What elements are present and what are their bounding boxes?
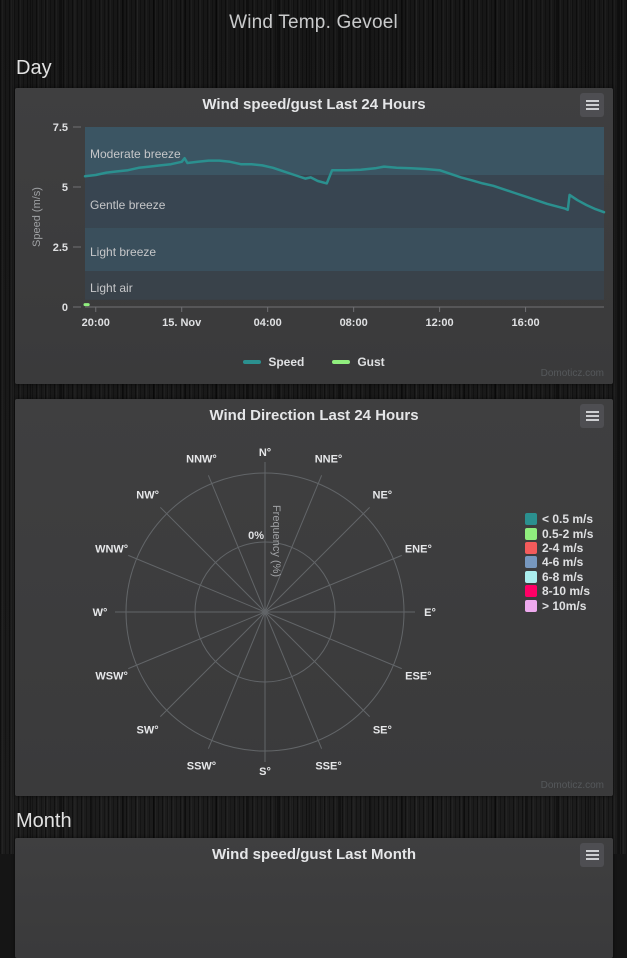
compass-label: ESE°: [405, 671, 431, 683]
section-label-day: Day: [16, 57, 52, 79]
compass-label: WSW°: [95, 671, 128, 683]
legend-item[interactable]: 0.5-2 m/s: [525, 526, 594, 541]
legend-label: > 10m/s: [542, 598, 587, 613]
plot-band-label: Light breeze: [90, 245, 156, 259]
legend-item[interactable]: 4-6 m/s: [525, 555, 593, 570]
compass-label: SSW°: [187, 760, 216, 772]
legend-swatch: [525, 541, 537, 554]
legend-label: Gust: [357, 355, 385, 369]
month-chart-panel: Wind speed/gust Last Month: [15, 838, 613, 958]
legend-item[interactable]: 2-4 m/s: [525, 540, 593, 555]
x-axis-label: 20:00: [82, 317, 110, 329]
compass-label: NW°: [136, 490, 159, 502]
plot-band-label: Light air: [90, 281, 133, 295]
legend-label: Speed: [268, 355, 305, 369]
legend-swatch: [525, 527, 537, 540]
legend-item[interactable]: < 0.5 m/s: [525, 512, 594, 527]
domoticz-watermark: Domoticz.com: [540, 780, 604, 791]
plot-band-label: Gentle breeze: [90, 198, 166, 212]
legend-item[interactable]: 6-8 m/s: [525, 569, 593, 584]
legend-swatch: [525, 513, 537, 526]
wind-rose-chart: N° NNE° NE° ENE° E° ESE° SE° SSE° S° SSW° SW° WSW° W…: [93, 447, 436, 778]
rose-spoke: [264, 554, 402, 613]
compass-label: NNE°: [315, 454, 343, 466]
legend-label: < 0.5 m/s: [542, 512, 594, 527]
wind-rose-legend: < 0.5 m/s 0.5-2 m/s 2-4 m/s 4-6 m/s 6-8 m/s 8…: [525, 512, 594, 613]
rose-spoke: [207, 475, 266, 613]
x-axis-label: 12:00: [426, 317, 454, 329]
compass-label: SW°: [137, 724, 159, 736]
y-axis-label: 0: [62, 302, 68, 314]
legend-item-gust[interactable]: Gust: [332, 355, 385, 369]
rose-spoke: [264, 611, 323, 749]
legend-label: 2-4 m/s: [542, 540, 584, 555]
x-axis-label: 15. Nov: [162, 317, 202, 329]
x-axis-label: 08:00: [340, 317, 368, 329]
plot-band: [85, 271, 604, 300]
legend-swatch: [525, 556, 537, 569]
wind-speed-chart-legend: Speed Gust: [15, 355, 613, 369]
legend-label: 0.5-2 m/s: [542, 526, 594, 541]
compass-label: WNW°: [95, 543, 128, 555]
rose-spoke: [264, 611, 371, 718]
y-axis-label: 5: [62, 182, 68, 194]
compass-label: S°: [259, 766, 271, 778]
compass-label: ENE°: [405, 543, 432, 555]
month-chart-title: Wind speed/gust Last Month: [211, 846, 417, 863]
legend-swatch: [525, 585, 537, 598]
domoticz-watermark: Domoticz.com: [540, 368, 604, 379]
y-axis-label: 7.5: [53, 122, 68, 134]
section-label-month: Month: [16, 810, 72, 832]
rose-spoke: [159, 506, 266, 613]
plot-band: [85, 227, 604, 271]
y-axis-title: Speed (m/s): [31, 187, 43, 247]
legend-label: 6-8 m/s: [542, 569, 584, 584]
compass-label: W°: [93, 607, 108, 619]
legend-label: 8-10 m/s: [542, 584, 591, 599]
legend-item[interactable]: 8-10 m/s: [525, 584, 593, 599]
legend-item[interactable]: > 10m/s: [525, 598, 593, 613]
rose-axis-title: Frequency (%): [270, 505, 282, 577]
hamburger-icon: [585, 850, 599, 860]
rose-spoke: [264, 611, 402, 670]
compass-label: N°: [259, 447, 271, 459]
compass-label: NNW°: [186, 454, 217, 466]
x-axis-label: 04:00: [254, 317, 282, 329]
page-title: Wind Temp. Gevoel: [229, 12, 398, 33]
plot-band-label: Moderate breeze: [90, 147, 181, 161]
wind-direction-chart-panel: Wind Direction Last 24 Hours N° NNE° NE° EN…: [15, 399, 613, 796]
chart-context-menu-button[interactable]: [580, 843, 604, 867]
compass-label: SE°: [373, 724, 392, 736]
legend-swatch: [243, 360, 262, 364]
wind-speed-chart: Moderate breeze Gentle breeze Light breeze…: [31, 122, 606, 329]
compass-label: E°: [424, 607, 436, 619]
legend-swatch: [525, 570, 537, 583]
legend-swatch: [332, 360, 351, 364]
wind-speed-chart-panel: Wind speed/gust Last 24 Hours Moderate b…: [15, 88, 613, 384]
compass-label: NE°: [373, 490, 393, 502]
legend-item-speed[interactable]: Speed: [243, 355, 304, 369]
rose-tick-label: 0%: [248, 530, 264, 542]
rose-spoke: [207, 611, 266, 749]
legend-swatch: [525, 599, 537, 612]
rose-spoke: [159, 611, 266, 718]
legend-label: 4-6 m/s: [542, 555, 584, 570]
rose-spoke: [128, 611, 266, 670]
compass-label: SSE°: [315, 760, 341, 772]
y-axis-label: 2.5: [53, 242, 68, 254]
x-axis-label: 16:00: [511, 317, 539, 329]
rose-spoke: [128, 554, 266, 613]
